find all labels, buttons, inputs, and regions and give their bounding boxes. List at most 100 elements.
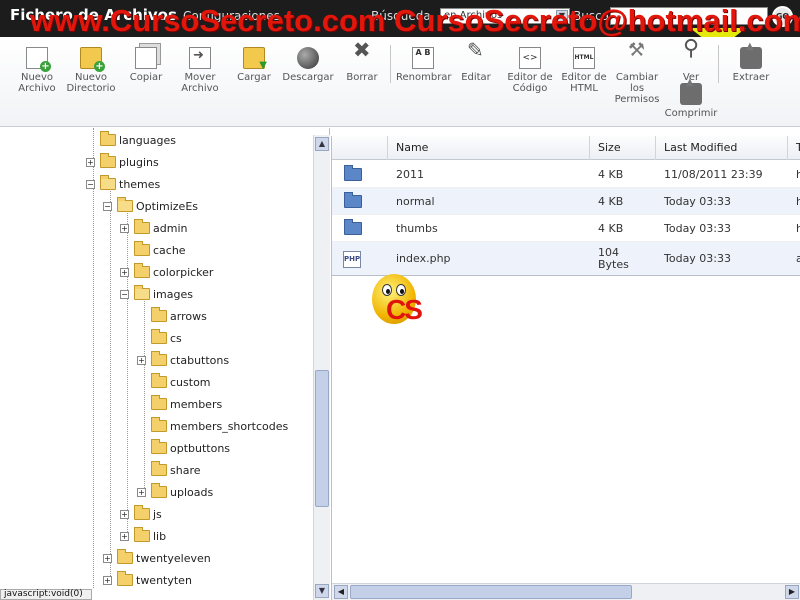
- tree-node-label: cs: [170, 332, 182, 345]
- nuevo-archivo-button[interactable]: Nuevo Archivo: [10, 47, 64, 94]
- tree-node-optbuttons[interactable]: optbuttons: [0, 439, 310, 460]
- tree-node-members-shortcodes[interactable]: members_shortcodes: [0, 417, 310, 438]
- file-row-thumbs[interactable]: thumbs 4 KB Today 03:33 h: [332, 215, 800, 242]
- editor-codigo-button[interactable]: <> Editor de Código: [503, 47, 557, 94]
- folder-icon: [151, 439, 167, 454]
- tree-node-label: plugins: [119, 156, 159, 169]
- extraer-button[interactable]: Extraer: [724, 41, 778, 83]
- collapse-icon[interactable]: −: [120, 290, 129, 299]
- folder-open-icon: [134, 285, 150, 300]
- file-modified: 11/08/2011 23:39: [664, 167, 763, 181]
- tree-node-images[interactable]: − images: [0, 285, 310, 306]
- column-header-name[interactable]: Name: [388, 136, 590, 160]
- app-title: Fichero de Archivos: [10, 6, 177, 24]
- cambiar-permisos-button[interactable]: Cambiar los Permisos: [610, 45, 664, 105]
- expand-icon[interactable]: +: [120, 224, 129, 233]
- tree-node-admin[interactable]: + admin: [0, 219, 310, 240]
- descargar-button[interactable]: Descargar: [281, 47, 335, 83]
- borrar-button[interactable]: Borrar: [335, 45, 389, 83]
- tree-node-optimizees[interactable]: − OptimizeEs: [0, 197, 310, 218]
- column-header-type[interactable]: T: [788, 136, 800, 160]
- nuevo-directorio-button[interactable]: Nuevo Directorio: [64, 47, 118, 94]
- tree-node-label: lib: [153, 530, 167, 543]
- column-header-size[interactable]: Size: [590, 136, 656, 160]
- tree-node-twentyeleven[interactable]: + twentyeleven: [0, 549, 310, 570]
- scroll-thumb[interactable]: [315, 370, 329, 507]
- column-header-modified[interactable]: Last Modified: [656, 136, 788, 160]
- tree-node-colorpicker[interactable]: + colorpicker: [0, 263, 310, 284]
- comprimir-button[interactable]: Comprimir: [664, 77, 718, 119]
- copiar-button[interactable]: Copiar: [119, 47, 173, 83]
- folder-icon: [151, 395, 167, 410]
- file-row-2011[interactable]: 2011 4 KB 11/08/2011 23:39 h: [332, 161, 800, 188]
- file-row-normal[interactable]: normal 4 KB Today 03:33 h: [332, 188, 800, 215]
- tree-node-themes[interactable]: − themes: [0, 175, 310, 196]
- mover-archivo-button[interactable]: Mover Archivo: [173, 47, 227, 94]
- tree-node-languages[interactable]: languages: [0, 131, 310, 152]
- go-button[interactable]: GO: [772, 6, 793, 27]
- permissions-icon: [626, 45, 648, 69]
- cargar-button[interactable]: Cargar: [227, 47, 281, 83]
- file-size: 4 KB: [598, 221, 624, 235]
- folder-open-icon: [100, 175, 116, 190]
- tree-node-js[interactable]: + js: [0, 505, 310, 526]
- tree-node-custom[interactable]: custom: [0, 373, 310, 394]
- tree-scrollbar[interactable]: ▲ ▼: [313, 135, 330, 600]
- expand-icon[interactable]: +: [137, 488, 146, 497]
- expand-icon[interactable]: +: [120, 510, 129, 519]
- tree-node-label: images: [153, 288, 193, 301]
- expand-icon[interactable]: +: [120, 532, 129, 541]
- tree-node-members[interactable]: members: [0, 395, 310, 416]
- expand-icon[interactable]: +: [103, 576, 112, 585]
- download-icon: [297, 47, 319, 69]
- expand-icon[interactable]: +: [120, 268, 129, 277]
- file-list-hscrollbar[interactable]: ◀ ▶: [332, 583, 800, 600]
- tree-node-label: cache: [153, 244, 186, 257]
- edit-icon: [465, 45, 487, 69]
- file-name: normal: [396, 194, 435, 208]
- collapse-icon[interactable]: −: [86, 180, 95, 189]
- folder-icon: [134, 527, 150, 542]
- file-size: 4 KB: [598, 194, 624, 208]
- move-icon: [189, 47, 211, 69]
- expand-icon[interactable]: +: [86, 158, 95, 167]
- scroll-left-icon[interactable]: ◀: [334, 585, 348, 599]
- search-input[interactable]: [610, 7, 768, 25]
- scroll-down-icon[interactable]: ▼: [315, 584, 329, 598]
- tree-node-lib[interactable]: + lib: [0, 527, 310, 548]
- tree-node-arrows[interactable]: arrows: [0, 307, 310, 328]
- folder-icon: [100, 153, 116, 168]
- renombrar-button[interactable]: A B Renombrar: [396, 47, 452, 83]
- tree-node-ctabuttons[interactable]: + ctabuttons: [0, 351, 310, 372]
- tree-node-plugins[interactable]: + plugins: [0, 153, 310, 174]
- folder-icon: [134, 219, 150, 234]
- chevron-down-icon[interactable]: ▼: [556, 10, 568, 22]
- tree-node-cache[interactable]: cache: [0, 241, 310, 262]
- collapse-icon[interactable]: −: [103, 202, 112, 211]
- expand-icon[interactable]: +: [103, 554, 112, 563]
- toolbar-label: Nuevo Archivo: [18, 72, 56, 94]
- scroll-right-icon[interactable]: ▶: [785, 585, 799, 599]
- editar-button[interactable]: Editar: [449, 45, 503, 83]
- search-scope-select[interactable]: en Archivos ▼: [440, 8, 570, 24]
- tree-node-uploads[interactable]: + uploads: [0, 483, 310, 504]
- folder-icon: [117, 549, 133, 564]
- rename-icon: A B: [412, 47, 434, 69]
- toolbar-separator: [718, 45, 719, 83]
- expand-icon[interactable]: +: [137, 356, 146, 365]
- toolbar-label: Mover Archivo: [181, 72, 219, 94]
- toolbar-label: Cargar: [237, 72, 271, 83]
- tree-node-label: custom: [170, 376, 211, 389]
- tree-node-share[interactable]: share: [0, 461, 310, 482]
- editor-html-button[interactable]: HTML Editor de HTML: [557, 47, 611, 94]
- tree-node-cs[interactable]: cs: [0, 329, 310, 350]
- folder-icon: [344, 192, 362, 208]
- tree-node-label: members: [170, 398, 223, 411]
- folder-icon: [151, 329, 167, 344]
- file-type: h: [796, 194, 800, 208]
- folder-open-icon: [117, 197, 133, 212]
- config-menu-link[interactable]: Configuraciones: [183, 9, 280, 23]
- scroll-thumb[interactable]: [350, 585, 632, 599]
- status-bar: javascript:void(0): [0, 589, 92, 600]
- scroll-up-icon[interactable]: ▲: [315, 137, 329, 151]
